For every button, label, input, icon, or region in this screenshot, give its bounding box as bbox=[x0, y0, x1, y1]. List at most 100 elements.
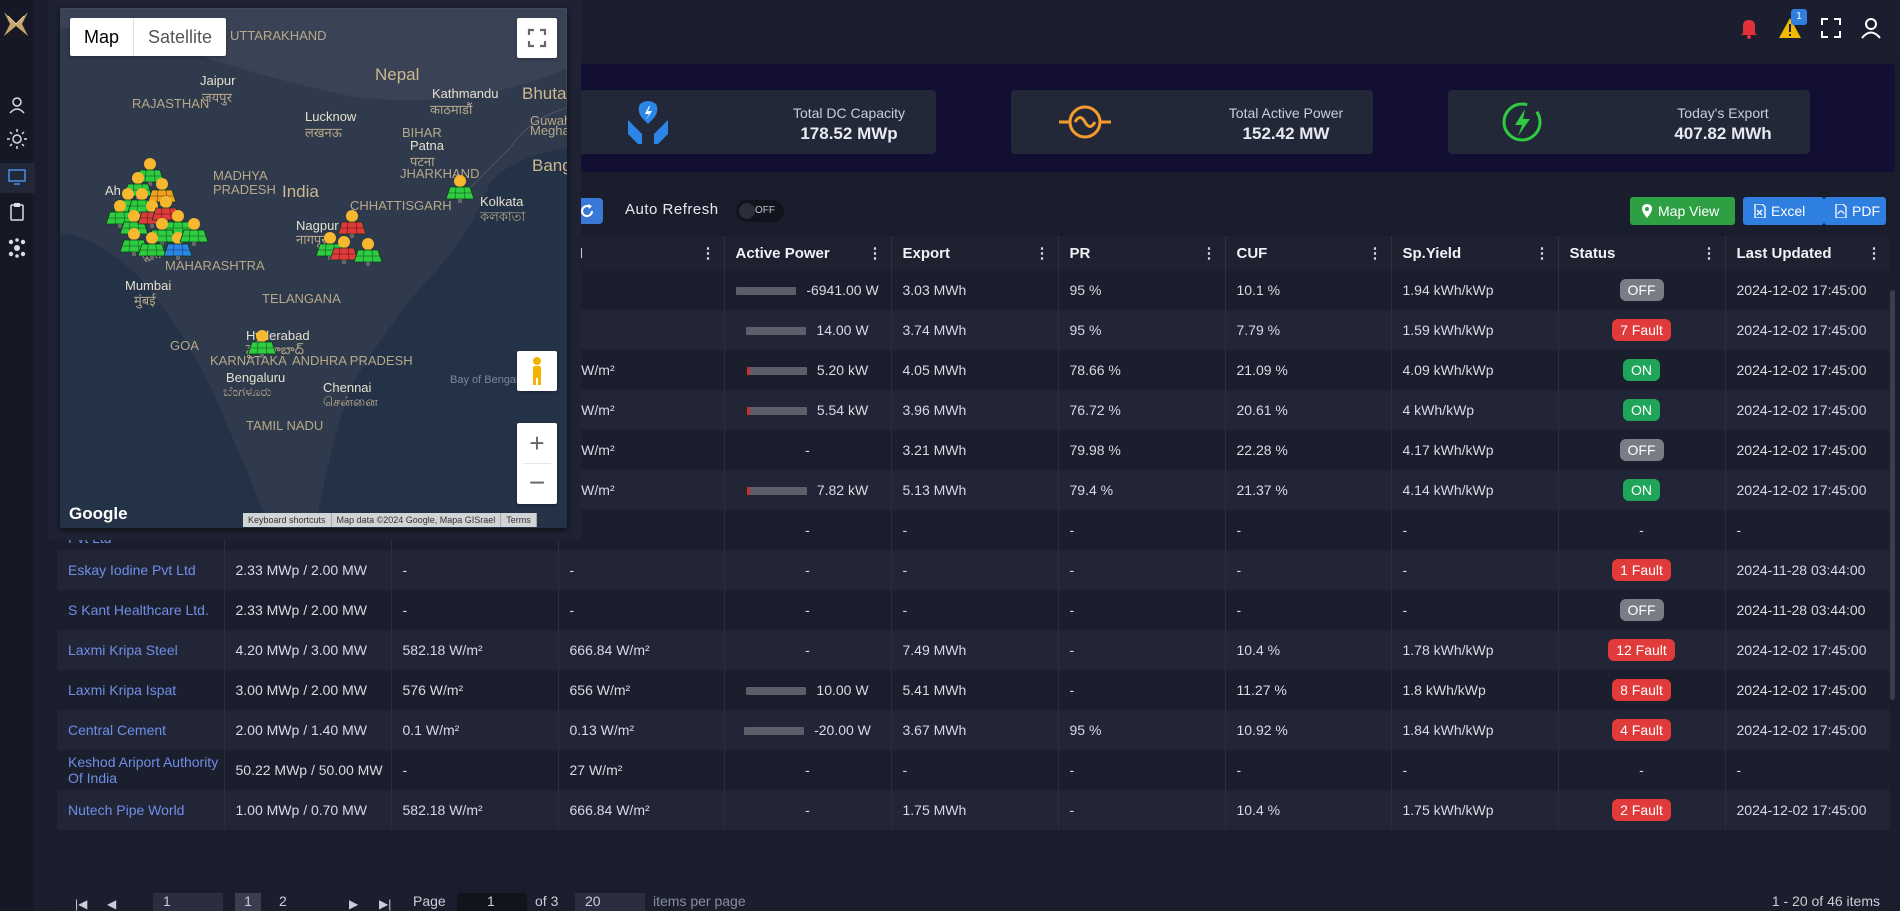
plant-link[interactable]: S Kant Healthcare Ltd. bbox=[68, 602, 209, 618]
fullscreen-icon[interactable] bbox=[1819, 16, 1843, 40]
page-1-button[interactable]: 1 bbox=[235, 893, 261, 911]
table-row[interactable]: Laxmi Kripa Steel 4.20 MWp / 3.00 MW 582.1… bbox=[57, 630, 1890, 670]
cell-ti: 2 W/m² bbox=[558, 390, 725, 430]
sun-icon[interactable] bbox=[6, 128, 28, 150]
cell-gti: - bbox=[391, 550, 559, 590]
pdf-button[interactable]: PDF bbox=[1824, 197, 1886, 225]
cell-sp-yield: 1.84 kWh/kWp bbox=[1391, 710, 1559, 750]
cell-ti: 2 W/m² bbox=[558, 470, 725, 510]
cell-pr: - bbox=[1058, 510, 1226, 550]
cell-pr: 95 % bbox=[1058, 270, 1226, 310]
clipboard-icon[interactable] bbox=[6, 201, 28, 223]
column-header-pr[interactable]: PR ⋮ bbox=[1058, 236, 1226, 270]
column-menu-icon[interactable]: ⋮ bbox=[701, 244, 716, 262]
plant-link[interactable]: Keshod Ariport Authority Of India bbox=[68, 754, 218, 786]
cell-pr: - bbox=[1058, 790, 1226, 830]
bell-icon[interactable] bbox=[1737, 16, 1761, 40]
table-row[interactable]: Nutech Pipe World 1.00 MWp / 0.70 MW 582.1… bbox=[57, 790, 1890, 830]
zoom-in-button[interactable]: + bbox=[517, 423, 557, 463]
plant-link[interactable]: Laxmi Kripa Steel bbox=[68, 642, 178, 658]
column-menu-icon[interactable]: ⋮ bbox=[1368, 244, 1383, 262]
plant-link[interactable]: Central Cement bbox=[68, 722, 166, 738]
active-power-value: - bbox=[805, 602, 810, 618]
cell-status: ON bbox=[1558, 350, 1726, 390]
stat-label: Total Active Power bbox=[1228, 105, 1344, 121]
terms-link[interactable]: Terms bbox=[501, 513, 537, 527]
pagination-bar: |◀ ◀ 1 1 2 ▶ ▶| Page 1 of 3 20 items per… bbox=[57, 893, 1890, 911]
column-menu-icon[interactable]: ⋮ bbox=[1867, 244, 1882, 262]
map-view[interactable]: Map Satellite UTTARAKHAND Nepal Kathmandu क… bbox=[60, 8, 567, 528]
per-page-select[interactable]: 20 bbox=[575, 893, 645, 911]
table-row[interactable]: S Kant Healthcare Ltd. 2.33 MWp / 2.00 MW… bbox=[57, 590, 1890, 630]
zoom-out-button[interactable]: − bbox=[517, 464, 557, 504]
column-menu-icon[interactable]: ⋮ bbox=[1535, 244, 1550, 262]
active-power-value: 10.00 W bbox=[816, 682, 869, 698]
cell-last-updated: - bbox=[1725, 750, 1890, 790]
cell-ti: 27 W/m² bbox=[558, 750, 725, 790]
cell-last-updated: - bbox=[1725, 510, 1890, 550]
prev-page-icon[interactable]: ◀ bbox=[107, 897, 116, 911]
page-input[interactable]: 1 bbox=[457, 893, 527, 911]
cell-plant-name: Laxmi Kripa Steel bbox=[57, 630, 225, 670]
stat-label: Today's Export bbox=[1677, 105, 1769, 121]
column-menu-icon[interactable]: ⋮ bbox=[1702, 244, 1717, 262]
page-select[interactable]: 1 bbox=[153, 893, 223, 911]
column-header-export[interactable]: Export ⋮ bbox=[891, 236, 1059, 270]
monitor-icon[interactable] bbox=[6, 166, 28, 188]
column-header-active-power[interactable]: Active Power ⋮ bbox=[724, 236, 892, 270]
column-menu-icon[interactable]: ⋮ bbox=[1202, 244, 1217, 262]
pdf-file-icon bbox=[1835, 204, 1847, 218]
column-header-last-updated[interactable]: Last Updated ⋮ bbox=[1725, 236, 1890, 270]
plant-link[interactable]: Eskay Iodine Pvt Ltd bbox=[68, 562, 196, 578]
cell-pr: - bbox=[1058, 590, 1226, 630]
cell-status: 4 Fault bbox=[1558, 710, 1726, 750]
cell-status: - bbox=[1558, 510, 1726, 550]
profile-icon[interactable] bbox=[1859, 16, 1883, 40]
next-page-icon[interactable]: ▶ bbox=[349, 897, 358, 911]
logo-icon[interactable] bbox=[2, 8, 30, 38]
column-header-cuf[interactable]: CUF ⋮ bbox=[1225, 236, 1392, 270]
last-page-icon[interactable]: ▶| bbox=[379, 897, 391, 911]
column-menu-icon[interactable]: ⋮ bbox=[1035, 244, 1050, 262]
excel-button[interactable]: Excel bbox=[1743, 197, 1824, 225]
column-menu-icon[interactable]: ⋮ bbox=[868, 244, 883, 262]
street-view-pegman[interactable] bbox=[517, 351, 557, 391]
first-page-icon[interactable]: |◀ bbox=[75, 897, 87, 911]
solar-plant-marker[interactable] bbox=[445, 175, 475, 203]
cell-export: - bbox=[891, 550, 1059, 590]
column-header-sp-yield[interactable]: Sp.Yield ⋮ bbox=[1391, 236, 1559, 270]
cell-plant-name: Keshod Ariport Authority Of India bbox=[57, 750, 225, 790]
power-bar-fill bbox=[746, 367, 750, 376]
solar-plant-marker[interactable] bbox=[247, 330, 277, 358]
auto-refresh-toggle[interactable]: OFF bbox=[736, 200, 784, 222]
cell-ti: - bbox=[558, 590, 725, 630]
table-row[interactable]: Eskay Iodine Pvt Ltd 2.33 MWp / 2.00 MW - -… bbox=[57, 550, 1890, 590]
cell-cuf: - bbox=[1225, 550, 1392, 590]
table-row[interactable]: Keshod Ariport Authority Of India 50.22 M… bbox=[57, 750, 1890, 790]
cell-cuf: 10.92 % bbox=[1225, 710, 1392, 750]
cell-cuf: - bbox=[1225, 750, 1392, 790]
ac-power-icon bbox=[1059, 105, 1111, 139]
keyboard-shortcuts-link[interactable]: Keyboard shortcuts bbox=[243, 513, 332, 527]
column-header-status[interactable]: Status ⋮ bbox=[1558, 236, 1726, 270]
solar-plant-marker[interactable] bbox=[353, 238, 383, 266]
page-2-button[interactable]: 2 bbox=[279, 893, 287, 909]
status-badge: ON bbox=[1623, 359, 1660, 381]
cell-ti: - bbox=[558, 510, 725, 550]
plant-link[interactable]: Nutech Pipe World bbox=[68, 802, 184, 818]
cell-ti: - bbox=[558, 550, 725, 590]
map-pin-icon bbox=[1642, 204, 1652, 218]
user-icon[interactable] bbox=[6, 94, 28, 116]
map-view-button[interactable]: Map View bbox=[1630, 197, 1735, 225]
table-row[interactable]: Central Cement 2.00 MWp / 1.40 MW 0.1 W/m²… bbox=[57, 710, 1890, 750]
column-header-ti[interactable]: TI⋮ bbox=[558, 236, 725, 270]
cell-sp-yield: 1.94 kWh/kWp bbox=[1391, 270, 1559, 310]
stat-value: 178.52 MWp bbox=[800, 124, 898, 143]
cell-pr: 76.72 % bbox=[1058, 390, 1226, 430]
plant-link[interactable]: Laxmi Kripa Ispat bbox=[68, 682, 176, 698]
table-row[interactable]: Laxmi Kripa Ispat 3.00 MWp / 2.00 MW 576 W… bbox=[57, 670, 1890, 710]
table-scrollbar[interactable] bbox=[1890, 290, 1895, 700]
network-icon[interactable] bbox=[6, 237, 28, 259]
solar-plant-marker[interactable] bbox=[337, 210, 367, 238]
cell-ti bbox=[558, 270, 725, 310]
